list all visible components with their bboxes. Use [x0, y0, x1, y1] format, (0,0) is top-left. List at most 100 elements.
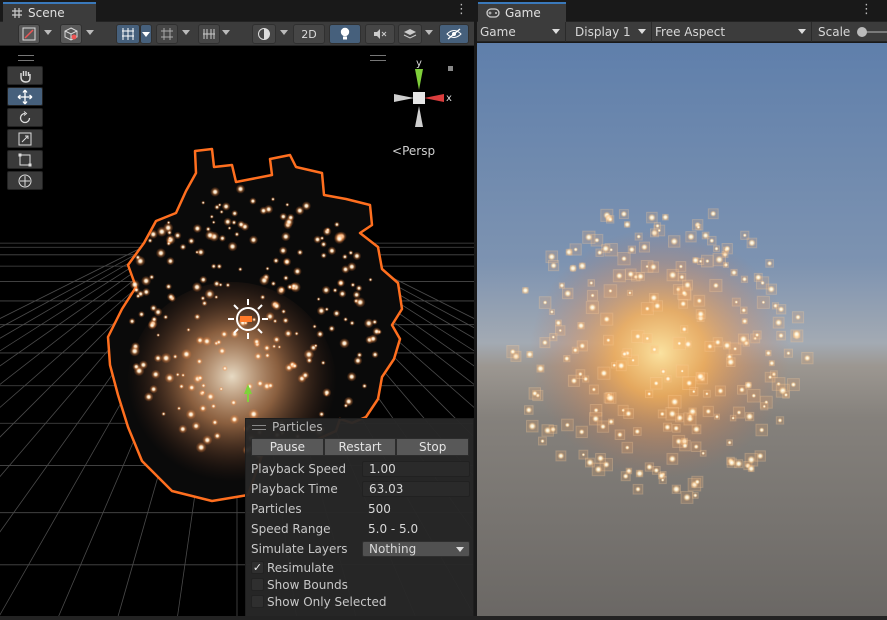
show-bounds-checkbox[interactable]: [251, 578, 264, 591]
scene-particle: [316, 297, 321, 302]
draw-mode-chevron-down-icon[interactable]: [44, 30, 52, 35]
simulate-layers-dropdown[interactable]: Nothing: [362, 541, 470, 557]
game-particle: [670, 237, 679, 246]
effects-chevron-down-icon[interactable]: [425, 30, 433, 35]
game-particle: [559, 282, 565, 289]
resimulate-checkbox[interactable]: ✓: [251, 561, 264, 574]
grid-snap-icon[interactable]: [156, 24, 178, 44]
transform-tool-icon[interactable]: [7, 171, 43, 190]
aspect-dropdown[interactable]: Free Aspect: [652, 22, 812, 42]
game-particle: [525, 406, 533, 414]
effects-layers-icon[interactable]: [398, 24, 422, 44]
scene-particle: [341, 253, 348, 260]
game-particle: [653, 302, 661, 310]
draw-mode-icon[interactable]: [18, 24, 40, 44]
scene-visibility-eye-icon[interactable]: [439, 24, 469, 44]
move-snap-icon[interactable]: [116, 24, 140, 44]
playback-time-row: Playback Time 63.03: [251, 481, 471, 497]
restart-button[interactable]: Restart: [323, 438, 397, 456]
orientation-gizmo-icon[interactable]: y x: [386, 57, 456, 139]
game-particle: [579, 342, 586, 350]
shading-chevron-down-icon[interactable]: [280, 30, 288, 35]
stop-button[interactable]: Stop: [396, 438, 470, 456]
game-particle: [685, 379, 693, 387]
lighting-bulb-icon[interactable]: [329, 24, 361, 44]
rect-tool-icon[interactable]: [7, 150, 43, 169]
scene-particle: [172, 353, 178, 360]
scene-particle: [237, 266, 243, 272]
tab-game[interactable]: Game: [478, 2, 566, 22]
game-particle: [661, 213, 669, 221]
particles-panel-grip-icon[interactable]: [252, 425, 266, 430]
game-tab-menu-icon[interactable]: ⋮: [860, 3, 873, 17]
scene-particle: [202, 336, 212, 347]
playback-speed-field[interactable]: 1.00: [362, 461, 470, 477]
scene-tab-bar: Scene ⋮: [0, 0, 474, 22]
scale-slider-thumb[interactable]: [857, 27, 867, 37]
game-particle: [531, 390, 538, 397]
shading-sphere-icon[interactable]: [252, 24, 276, 44]
aspect-value: Free Aspect: [655, 25, 726, 39]
game-particle: [543, 426, 552, 435]
scene-particle: [134, 254, 141, 261]
scene-particle: [175, 372, 180, 377]
game-particle: [696, 372, 705, 381]
display-dropdown[interactable]: Display 1: [572, 22, 652, 42]
rotate-tool-icon[interactable]: [7, 108, 43, 127]
move-tool-icon[interactable]: [7, 87, 43, 106]
tool-strip-grip[interactable]: [18, 55, 34, 61]
move-snap-chevron-down-icon[interactable]: [140, 24, 152, 44]
scene-particle: [128, 317, 136, 325]
playback-time-field[interactable]: 63.03: [362, 481, 470, 497]
game-mode-dropdown[interactable]: Game: [477, 22, 566, 42]
scene-particle: [291, 362, 299, 370]
grid-snap-chevron-down-icon[interactable]: [182, 30, 190, 35]
game-particle: [644, 336, 650, 341]
gizmo-grip[interactable]: [370, 55, 386, 61]
render-cube-icon[interactable]: [60, 24, 82, 44]
game-particle: [596, 249, 603, 256]
scene-particle: [218, 282, 223, 287]
game-particle: [732, 346, 738, 351]
scene-particle: [336, 278, 346, 288]
scene-particle: [200, 390, 206, 395]
game-particle: [555, 319, 562, 327]
scene-particle: [225, 282, 231, 288]
show-only-selected-checkbox[interactable]: [251, 595, 264, 608]
display-chevron-down-icon: [638, 29, 646, 34]
scene-particle: [355, 284, 363, 292]
simulate-layers-label: Simulate Layers: [251, 542, 348, 556]
scene-particle: [209, 214, 214, 219]
gizmo-x-label: x: [446, 93, 452, 104]
game-particle: [521, 286, 530, 295]
scale-tool-icon[interactable]: [7, 129, 43, 148]
game-particle: [694, 479, 701, 485]
pause-button[interactable]: Pause: [251, 438, 324, 456]
perspective-toggle[interactable]: <Persp: [392, 144, 435, 158]
render-chevron-down-icon[interactable]: [86, 30, 94, 35]
game-particle: [541, 339, 548, 346]
simulate-layers-chevron-down-icon: [456, 547, 464, 552]
toggle-2d-button[interactable]: 2D: [293, 24, 325, 44]
game-particle: [590, 293, 595, 298]
scene-particle: [332, 309, 341, 318]
game-particle: [762, 404, 767, 409]
tab-scene[interactable]: Scene: [3, 2, 96, 22]
game-particle: [596, 454, 605, 462]
game-particle: [564, 289, 572, 298]
game-particle: [584, 233, 593, 242]
scene-particle: [259, 275, 270, 286]
scene-particle: [199, 275, 208, 284]
game-particle: [607, 216, 613, 222]
audio-mute-icon[interactable]: [365, 24, 395, 44]
scene-viewport[interactable]: y x <Persp Particles Pause Restart Stop …: [0, 47, 474, 620]
scene-tab-menu-icon[interactable]: ⋮: [455, 3, 468, 17]
increment-snap-icon[interactable]: [198, 24, 220, 44]
scene-particle: [272, 335, 281, 344]
increment-snap-chevron-down-icon[interactable]: [222, 30, 230, 35]
hand-tool-icon[interactable]: [7, 66, 43, 85]
game-viewport[interactable]: [477, 43, 887, 620]
speed-range-row: Speed Range 5.0 - 5.0: [251, 521, 471, 537]
game-particle: [564, 422, 570, 428]
scene-particle: [213, 431, 222, 440]
